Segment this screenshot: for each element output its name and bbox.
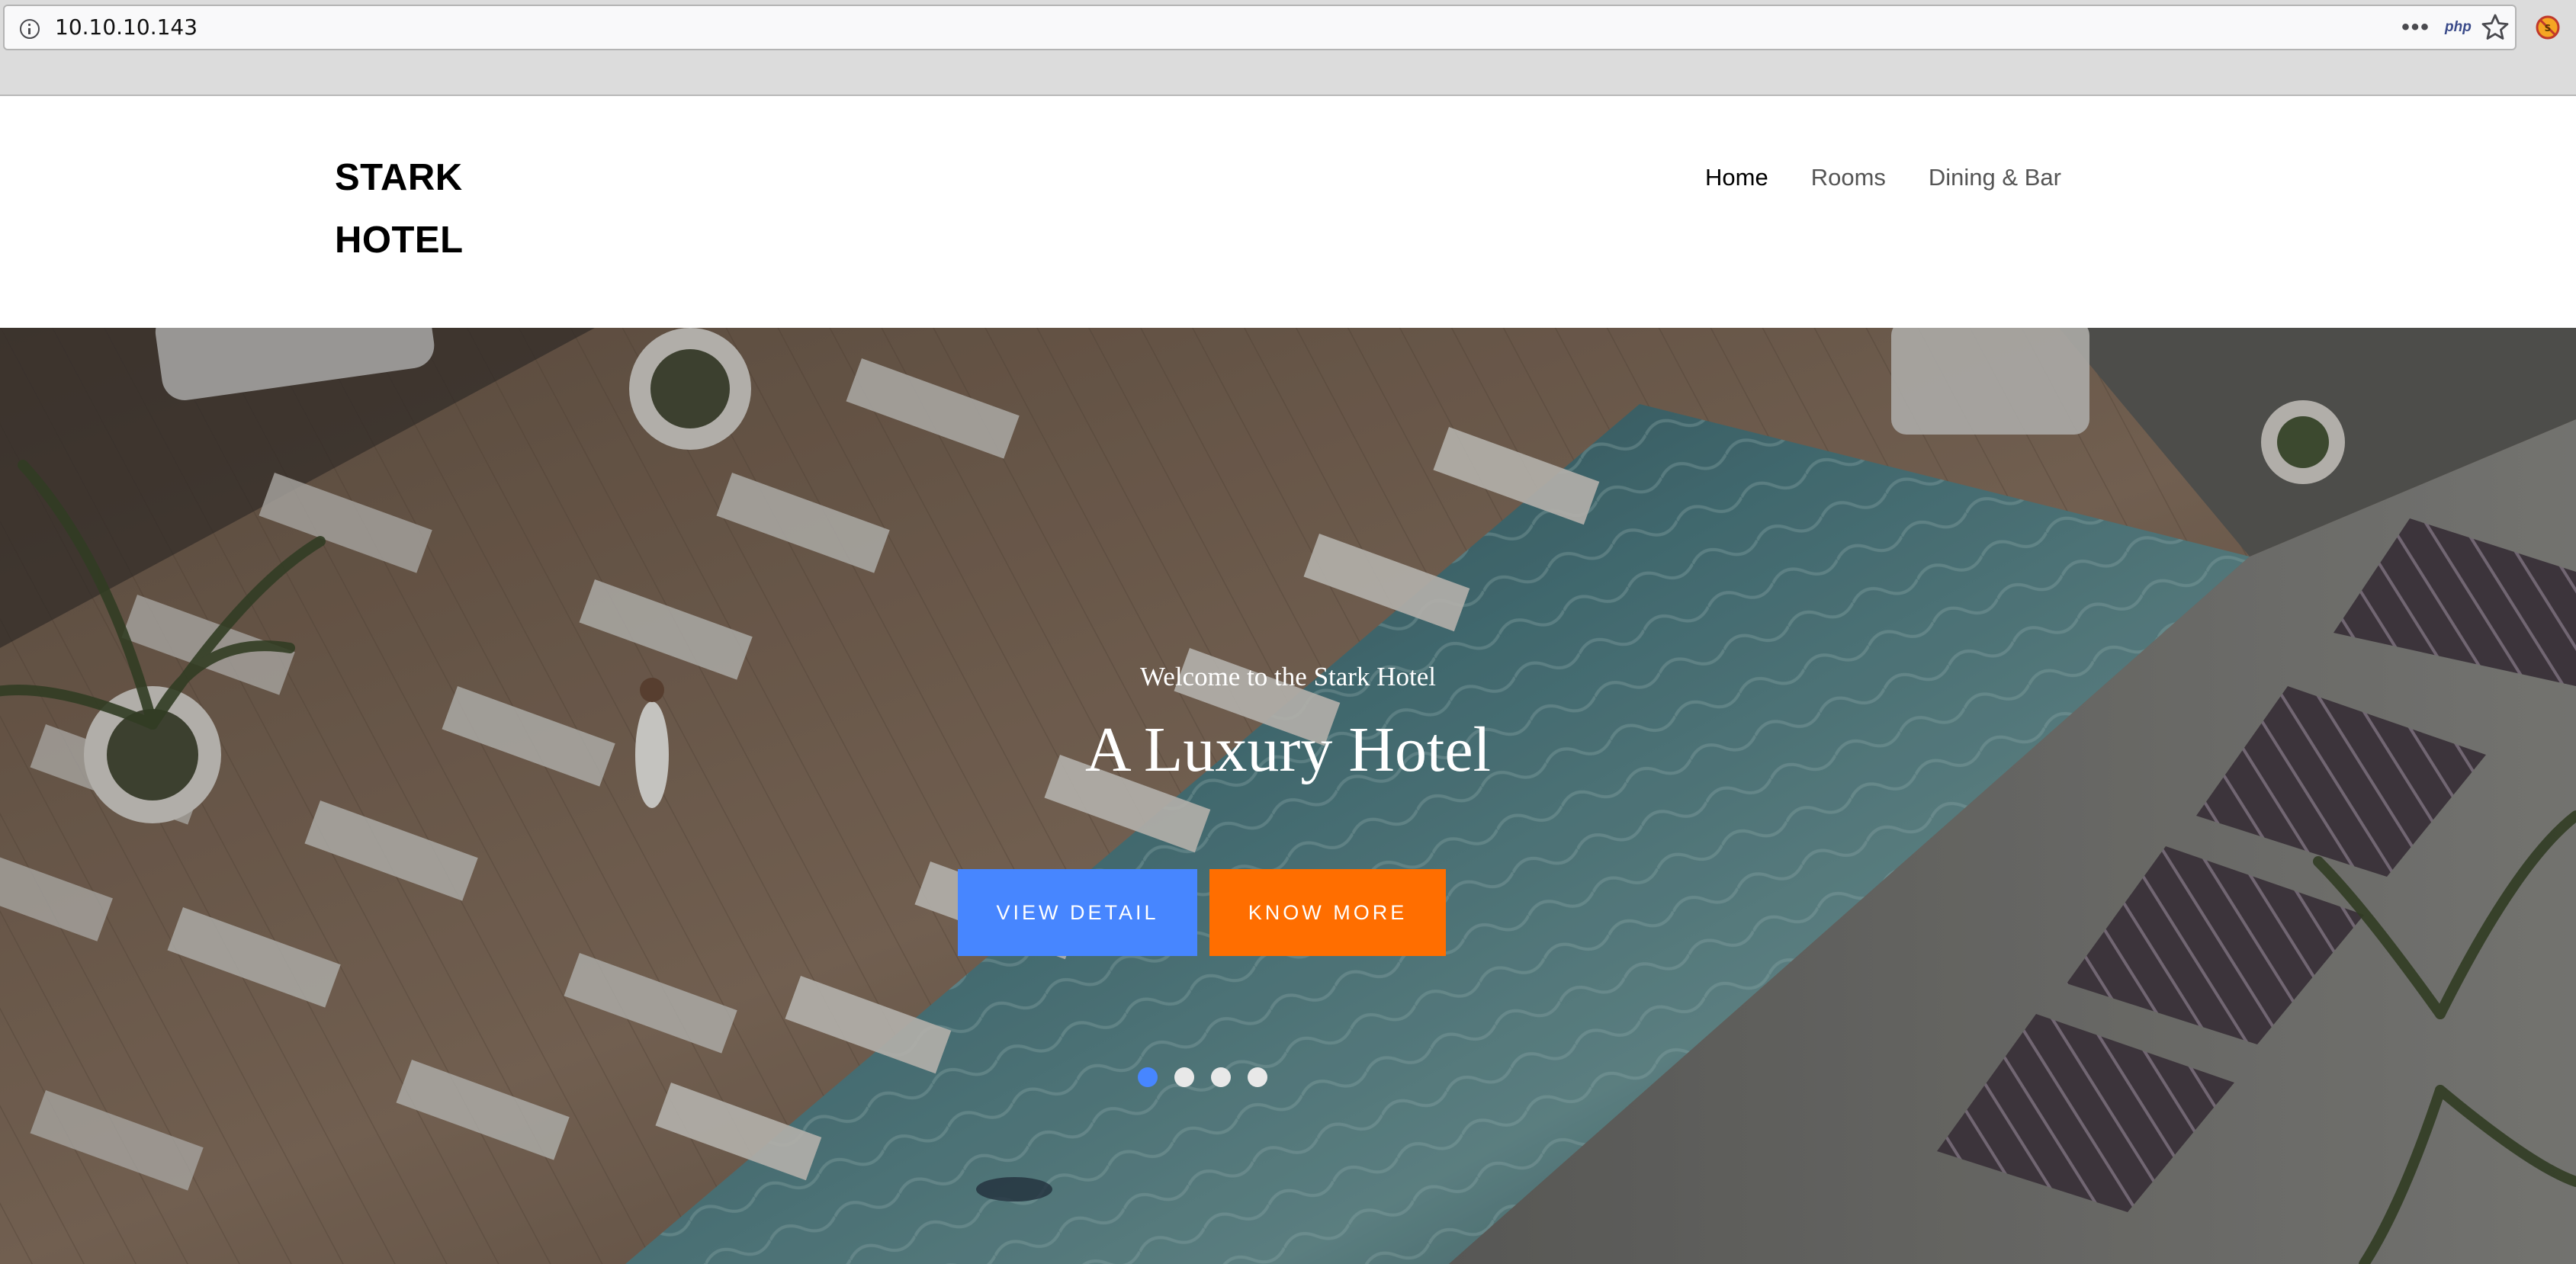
slider-dot-2[interactable] xyxy=(1174,1067,1194,1087)
slider-dot-4[interactable] xyxy=(1248,1067,1267,1087)
slider-dot-1[interactable] xyxy=(1138,1067,1158,1087)
address-bar[interactable]: 10.10.10.143 ••• php xyxy=(3,5,2517,50)
view-detail-button[interactable]: VIEW DETAIL xyxy=(958,869,1197,956)
slider-dots xyxy=(1138,1067,1267,1087)
know-more-button[interactable]: KNOW MORE xyxy=(1209,869,1446,956)
site-header: STARK HOTEL Home Rooms Dining & Bar xyxy=(0,96,2576,328)
logo-line-2: HOTEL xyxy=(335,220,464,261)
script-blocker-icon[interactable]: S xyxy=(2536,15,2560,40)
main-nav: Home Rooms Dining & Bar xyxy=(1705,159,2061,197)
hero-overlay xyxy=(0,328,2576,1264)
nav-dining-bar[interactable]: Dining & Bar xyxy=(1929,159,2061,197)
slider-dot-3[interactable] xyxy=(1211,1067,1231,1087)
hero-slider: Welcome to the Stark Hotel A Luxury Hote… xyxy=(0,328,2576,1264)
hero-subtitle: Welcome to the Stark Hotel xyxy=(1140,662,1436,691)
svg-text:S: S xyxy=(2545,23,2552,34)
hero-title: A Luxury Hotel xyxy=(1085,714,1491,785)
site-logo[interactable]: STARK HOTEL xyxy=(335,146,533,271)
logo-line-1: STARK xyxy=(335,157,463,198)
browser-toolbar: 10.10.10.143 ••• php S xyxy=(0,0,2576,96)
bookmark-star-icon[interactable] xyxy=(2480,12,2510,43)
php-extension-icon[interactable]: php xyxy=(2445,15,2472,40)
page-actions-icon[interactable]: ••• xyxy=(2396,16,2436,39)
info-icon[interactable] xyxy=(20,19,40,39)
nav-rooms[interactable]: Rooms xyxy=(1811,159,1886,197)
url-text[interactable]: 10.10.10.143 xyxy=(55,6,198,49)
nav-home[interactable]: Home xyxy=(1705,159,1768,197)
